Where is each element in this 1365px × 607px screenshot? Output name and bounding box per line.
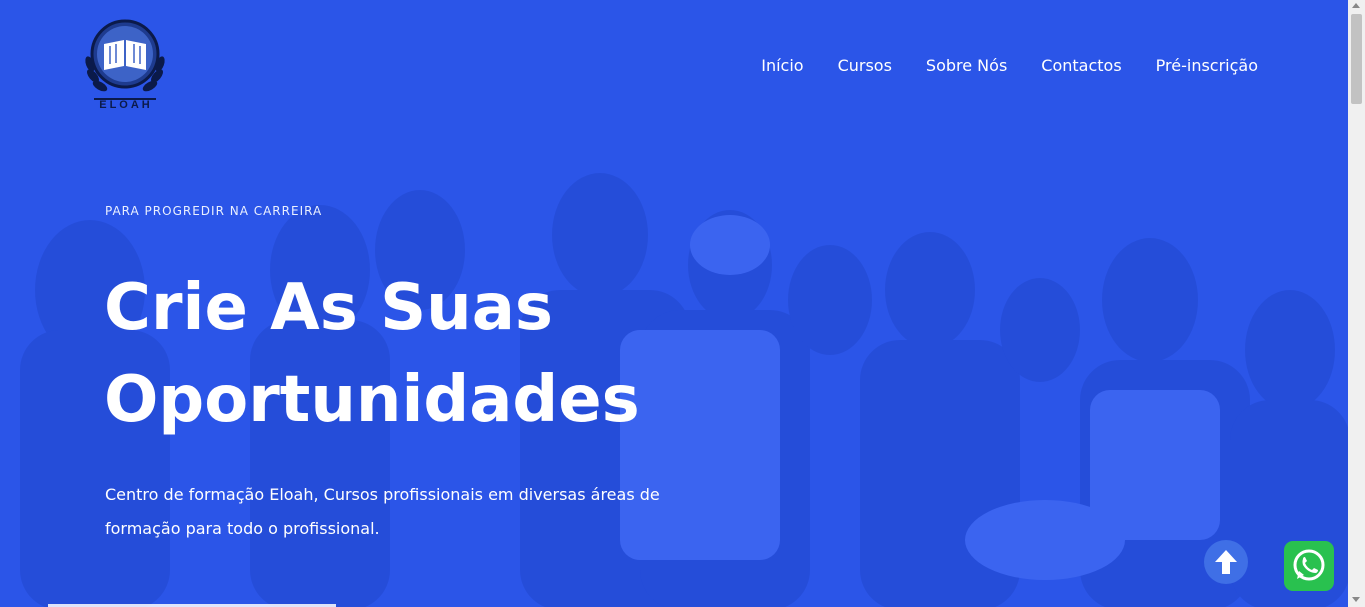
- nav-item-inicio[interactable]: Início: [761, 55, 803, 77]
- hero-subtitle: PARA PROGREDIR NA CARREIRA: [105, 204, 323, 218]
- scroll-to-top-button[interactable]: [1204, 540, 1248, 584]
- hero-section: ELOAH Início Cursos Sobre Nós Contactos …: [0, 0, 1348, 607]
- scrollbar-down-arrow-icon[interactable]: [1352, 597, 1360, 602]
- whatsapp-button[interactable]: [1284, 541, 1334, 591]
- arrow-up-icon: [1215, 550, 1237, 574]
- nav-item-contactos[interactable]: Contactos: [1041, 55, 1121, 77]
- hero-headline: Crie As Suas Oportunidades: [104, 262, 804, 446]
- main-nav: Início Cursos Sobre Nós Contactos Pré-in…: [727, 55, 1258, 77]
- nav-item-cursos[interactable]: Cursos: [838, 55, 892, 77]
- whatsapp-icon: [1293, 549, 1325, 581]
- site-header: ELOAH Início Cursos Sobre Nós Contactos …: [0, 0, 1348, 130]
- page: ELOAH Início Cursos Sobre Nós Contactos …: [0, 0, 1365, 607]
- nav-item-pre-inscricao[interactable]: Pré-inscrição: [1156, 55, 1258, 77]
- scrollbar-up-arrow-icon[interactable]: [1352, 3, 1360, 8]
- nav-item-sobre-nos[interactable]: Sobre Nós: [926, 55, 1007, 77]
- hero-headline-line2: Oportunidades: [104, 363, 640, 437]
- logo-wordmark: ELOAH: [99, 99, 153, 111]
- hero-description: Centro de formação Eloah, Cursos profiss…: [105, 485, 660, 538]
- hero-headline-line1: Crie As Suas: [104, 271, 553, 345]
- scrollbar-thumb[interactable]: [1351, 14, 1362, 104]
- vertical-scrollbar[interactable]: [1348, 0, 1365, 607]
